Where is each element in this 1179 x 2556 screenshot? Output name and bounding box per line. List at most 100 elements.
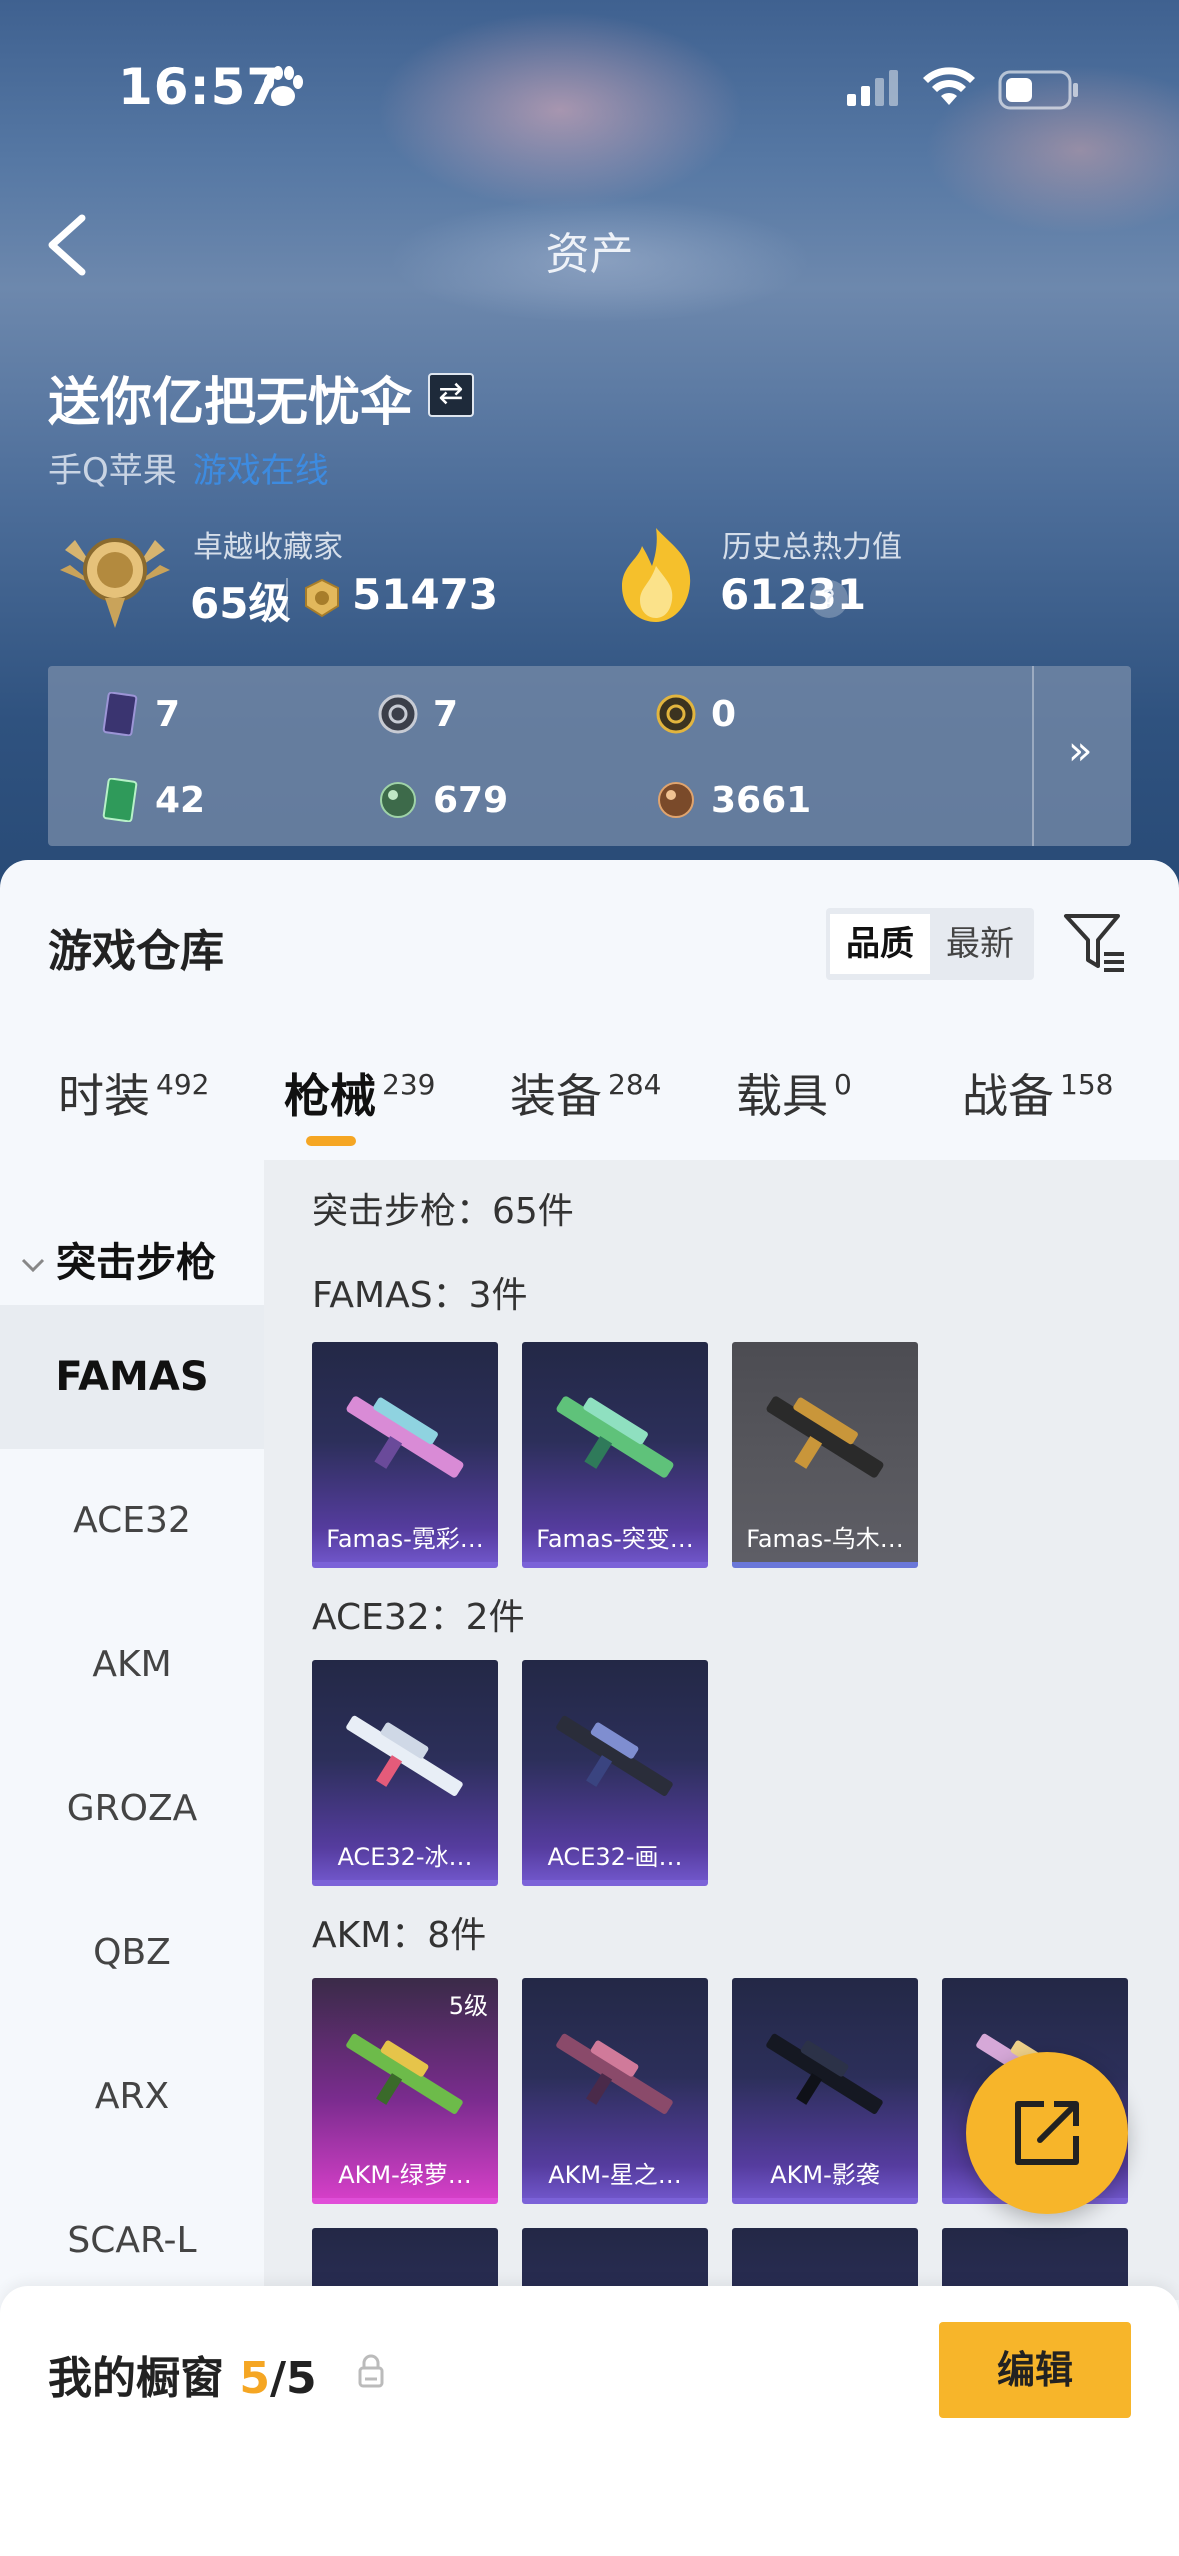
sidebar-item-qbz[interactable]: QBZ	[0, 1881, 264, 2025]
gun-icon	[346, 1396, 464, 1478]
player-platform: 手Q苹果 游戏在线	[48, 443, 329, 492]
online-status: 游戏在线	[192, 451, 329, 491]
heat-title: 历史总热力值	[722, 530, 902, 565]
flame-icon	[622, 528, 691, 622]
gun-icon	[766, 2033, 883, 2114]
tab-count: 284	[608, 1068, 662, 1101]
showcase-current: 5	[239, 2353, 270, 2404]
rank-points: 51473	[352, 570, 499, 619]
bronze-orb-icon	[658, 782, 694, 818]
item-name: AKM-影袭	[770, 2161, 880, 2189]
card-icon	[102, 692, 138, 736]
help-icon[interactable]: ?	[810, 580, 848, 618]
gun-icon	[766, 1396, 884, 1478]
tab-label: 战备	[962, 1069, 1054, 1123]
item-card[interactable]: ACE32-画…	[522, 1660, 708, 1886]
item-card[interactable]: Famas-霓彩…	[312, 1342, 498, 1568]
rank-title: 卓越收藏家	[193, 530, 343, 565]
tab-vehicles[interactable]: 载具 0	[736, 1060, 852, 1126]
tab-label: 枪械	[284, 1069, 376, 1123]
tab-label: 载具	[736, 1069, 828, 1123]
tab-equipment[interactable]: 装备 284	[510, 1060, 661, 1126]
divider	[286, 578, 288, 618]
section-label: AKM：8件	[312, 1915, 487, 1956]
tab-count: 0	[834, 1068, 852, 1101]
wifi-icon	[923, 67, 975, 105]
showcase-total: /5	[269, 2353, 317, 2404]
sidebar-item-famas[interactable]: FAMAS	[0, 1305, 264, 1449]
ticket-icon	[102, 778, 138, 822]
gun-icon	[556, 1715, 673, 1796]
collector-points-icon	[305, 578, 339, 618]
sidebar-category[interactable]: 突击步枪	[20, 1230, 216, 1288]
tab-fashion[interactable]: 时装 492	[58, 1060, 209, 1126]
item-name: Famas-突变…	[536, 1525, 694, 1553]
item-name: AKM-绿萝…	[338, 2161, 472, 2189]
item-name: AKM-星之…	[548, 2161, 682, 2189]
tab-guns[interactable]: 枪械 239	[284, 1060, 435, 1126]
filter-icon[interactable]	[1062, 910, 1128, 976]
item-name: Famas-霓彩…	[326, 1525, 484, 1553]
gun-icon	[556, 2033, 673, 2114]
green-orb-icon	[380, 782, 416, 818]
sidebar-item-akm[interactable]: AKM	[0, 1593, 264, 1737]
sort-quality-button[interactable]: 品质	[830, 914, 930, 974]
share-button[interactable]	[966, 2052, 1128, 2214]
item-name: ACE32-画…	[547, 1843, 683, 1871]
tab-supplies[interactable]: 战备 158	[962, 1060, 1113, 1126]
status-bar: 16:57	[0, 50, 1179, 130]
share-icon	[1015, 2101, 1079, 2165]
item-name: Famas-乌木…	[746, 1525, 904, 1553]
section-label: ACE32：2件	[312, 1597, 525, 1638]
active-tab-indicator	[306, 1136, 356, 1146]
edit-button[interactable]: 编辑	[939, 2322, 1131, 2418]
tab-label: 时装	[58, 1069, 150, 1123]
gun-icon	[556, 1396, 674, 1478]
cellular-signal-icon	[847, 70, 898, 106]
item-card[interactable]: 5级 AKM-绿萝…	[312, 1978, 498, 2204]
divider	[1032, 666, 1034, 846]
double-chevron-right-icon[interactable]: »	[1068, 728, 1092, 774]
currency-value: 0	[711, 694, 737, 735]
sidebar-item-arx[interactable]: ARX	[0, 2025, 264, 2169]
rank-level: 65级	[190, 579, 291, 628]
player-name: 送你亿把无忧伞	[48, 373, 413, 433]
currency-value: 42	[155, 780, 206, 821]
currency-value: 679	[433, 780, 509, 821]
item-card[interactable]: AKM-影袭	[732, 1978, 918, 2204]
sidebar-item-ace32[interactable]: ACE32	[0, 1449, 264, 1593]
switch-account-icon[interactable]: ⇄	[428, 373, 474, 417]
section-label: FAMAS：3件	[312, 1275, 528, 1316]
gun-icon	[346, 1715, 463, 1796]
collector-rank-badge-icon	[60, 538, 170, 628]
item-card[interactable]: Famas-乌木…	[732, 1342, 918, 1568]
silver-coin-icon	[378, 694, 418, 734]
currency-value: 7	[433, 694, 459, 735]
sidebar-item-groza[interactable]: GROZA	[0, 1737, 264, 1881]
currency-value: 7	[155, 694, 181, 735]
chevron-down-icon	[21, 1258, 45, 1273]
tab-label: 装备	[510, 1069, 602, 1123]
currency-value: 3661	[711, 780, 812, 821]
gun-icon	[346, 2033, 463, 2114]
showcase-bar: 我的橱窗 5/5 编辑	[0, 2286, 1179, 2556]
sidebar-category-label: 突击步枪	[56, 1240, 216, 1286]
sort-latest-button[interactable]: 最新	[930, 914, 1030, 974]
item-card[interactable]: AKM-星之…	[522, 1978, 708, 2204]
tab-count: 239	[382, 1068, 436, 1101]
tab-count: 158	[1060, 1068, 1114, 1101]
item-name: ACE32-冰…	[337, 1843, 473, 1871]
platform-label: 手Q苹果	[48, 451, 177, 491]
gold-coin-icon	[656, 694, 696, 734]
total-label: 突击步枪：65件	[312, 1191, 574, 1232]
sort-toggle: 品质 最新	[826, 908, 1034, 980]
showcase-label: 我的橱窗 5/5	[48, 2342, 317, 2406]
tab-count: 492	[156, 1068, 210, 1101]
category-tabs: 时装 492 枪械 239 装备 284 载具 0 战备 158	[0, 1060, 1179, 1160]
paw-icon	[264, 66, 303, 106]
battery-icon	[998, 70, 1078, 110]
warehouse-title: 游戏仓库	[48, 926, 224, 977]
item-card[interactable]: Famas-突变…	[522, 1342, 708, 1568]
currency-panel[interactable]: 7 7 0 42 679 3661 »	[48, 666, 1131, 846]
item-card[interactable]: ACE32-冰…	[312, 1660, 498, 1886]
